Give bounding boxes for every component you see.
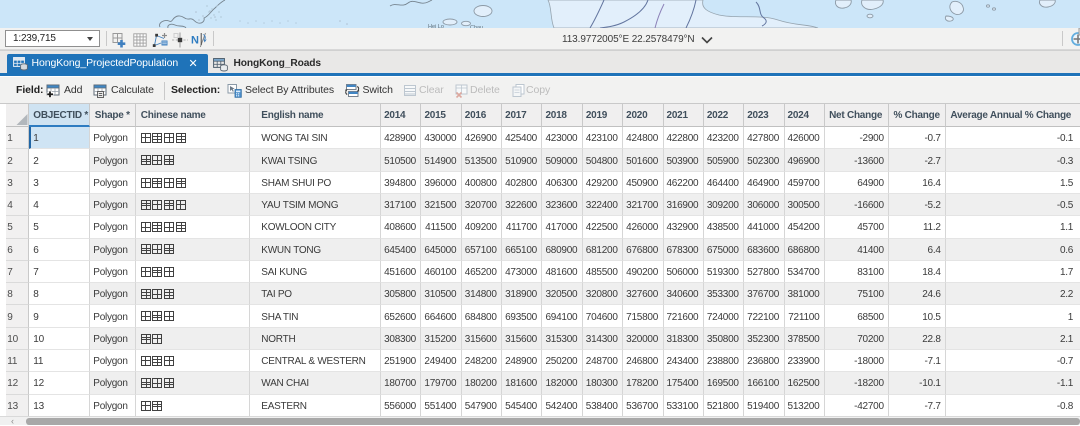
svg-text:N: N [191, 34, 199, 46]
